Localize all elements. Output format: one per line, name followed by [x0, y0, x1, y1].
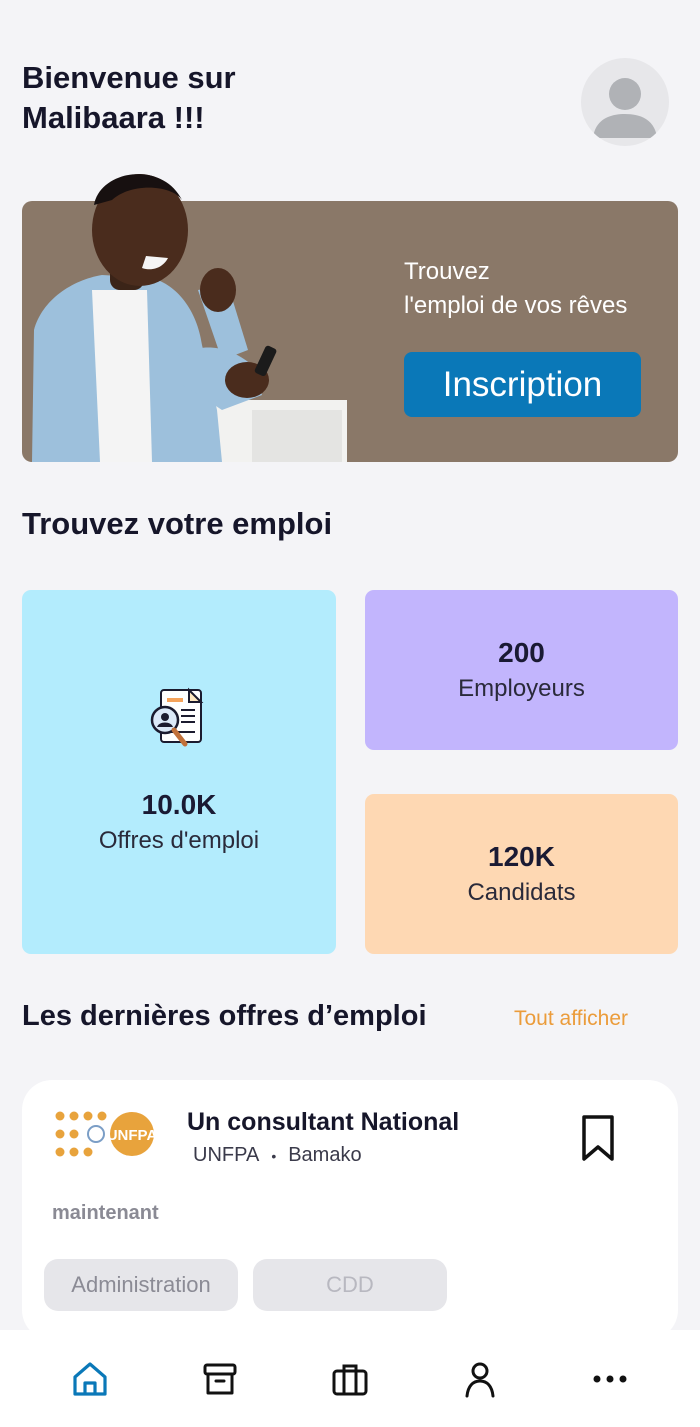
job-tag: Administration [44, 1259, 238, 1311]
more-icon [593, 1375, 627, 1382]
briefcase-icon [332, 1364, 368, 1395]
welcome-line-2: Malibaara !!! [22, 100, 205, 135]
bookmark-icon[interactable] [578, 1114, 618, 1162]
stat-card-offres[interactable]: 10.0K Offres d'emploi [22, 590, 336, 954]
job-company: UNFPA [193, 1144, 260, 1166]
see-all-link[interactable]: Tout afficher [514, 1007, 628, 1031]
banner-photo [22, 160, 352, 462]
home-screen: Bienvenue sur Malibaara !!! Trouvez l'em… [0, 0, 700, 1427]
banner-tagline: Trouvez l'emploi de vos rêves [404, 255, 627, 323]
nav-profile[interactable] [450, 1349, 510, 1409]
nav-home[interactable] [60, 1349, 120, 1409]
employeurs-label: Employeurs [458, 675, 585, 702]
stat-card-candidats[interactable]: 120K Candidats [365, 794, 678, 954]
job-location: Bamako [288, 1144, 362, 1166]
banner-line-2: l'emploi de vos rêves [404, 292, 628, 319]
offres-label: Offres d'emploi [98, 827, 260, 854]
home-icon [73, 1361, 107, 1396]
nav-archive[interactable] [190, 1349, 250, 1409]
job-posted-time: maintenant [52, 1202, 159, 1224]
stat-card-employeurs[interactable]: 200 Employeurs [365, 590, 678, 750]
employeurs-count: 200 [498, 637, 545, 668]
welcome-line-1: Bienvenue sur [22, 60, 236, 95]
bottom-nav [0, 1330, 700, 1427]
job-title[interactable]: Un consultant National [187, 1108, 459, 1137]
archive-icon [203, 1363, 237, 1394]
candidats-label: Candidats [467, 879, 576, 906]
job-tag: CDD [253, 1259, 447, 1311]
banner-line-1: Trouvez [404, 258, 490, 285]
job-document-search-icon [150, 687, 204, 747]
user-icon [465, 1362, 495, 1397]
inscription-button[interactable]: Inscription [404, 352, 641, 417]
nav-more[interactable] [580, 1349, 640, 1409]
nav-jobs[interactable] [320, 1349, 380, 1409]
avatar[interactable] [581, 58, 669, 146]
section-title-latest: Les dernières offres d’emploi [22, 1000, 427, 1032]
separator-dot: • [271, 1147, 277, 1164]
offres-count: 10.0K [141, 789, 217, 820]
job-meta: UNFPA • Bamako [193, 1144, 362, 1167]
welcome-title: Bienvenue sur Malibaara !!! [22, 58, 342, 138]
unfpa-logo: UNFPA [54, 1108, 158, 1160]
user-placeholder-icon [593, 78, 657, 138]
unfpa-logo-text: UNFPA [107, 1127, 158, 1144]
candidats-count: 120K [488, 841, 555, 872]
section-title-find: Trouvez votre emploi [22, 506, 333, 541]
